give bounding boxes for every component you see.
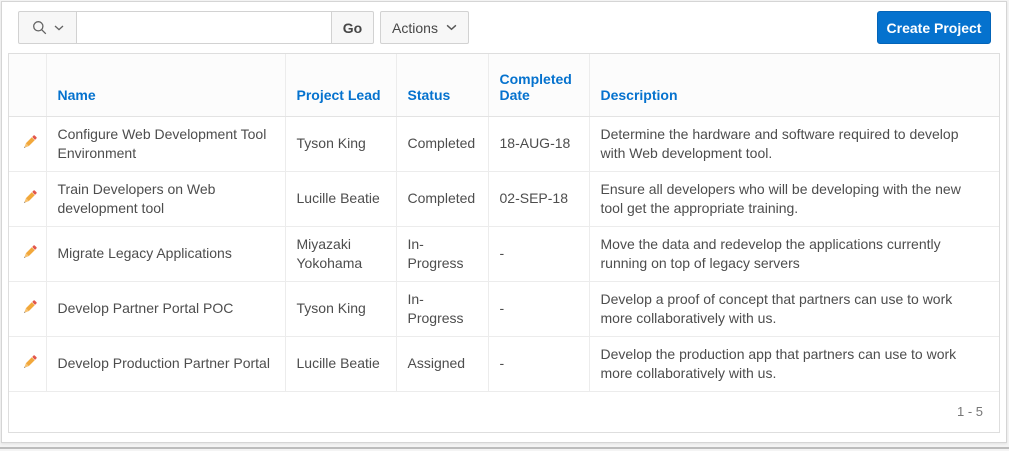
chevron-down-icon	[446, 24, 457, 31]
cell-description: Ensure all developers who will be develo…	[589, 171, 999, 226]
header-status[interactable]: Status	[396, 54, 488, 116]
edit-cell	[9, 171, 46, 226]
table-row: Migrate Legacy Applications Miyazaki Yok…	[9, 226, 999, 281]
table-header-row: Name Project Lead Status Completed Date …	[9, 54, 999, 116]
edit-cell	[9, 116, 46, 171]
cell-description: Develop the production app that partners…	[589, 336, 999, 391]
edit-row-button[interactable]	[19, 131, 41, 153]
cell-project-lead: Lucille Beatie	[285, 336, 396, 391]
go-button[interactable]: Go	[331, 11, 374, 44]
edit-row-button[interactable]	[19, 296, 41, 318]
cell-status: Assigned	[396, 336, 488, 391]
table-row: Configure Web Development Tool Environme…	[9, 116, 999, 171]
edit-cell	[9, 281, 46, 336]
search-input[interactable]	[77, 11, 331, 44]
table-row: Train Developers on Web development tool…	[9, 171, 999, 226]
table-row: Develop Production Partner Portal Lucill…	[9, 336, 999, 391]
cell-name: Develop Partner Portal POC	[46, 281, 285, 336]
cell-description: Determine the hardware and software requ…	[589, 116, 999, 171]
edit-row-button[interactable]	[19, 241, 41, 263]
cell-completed-date: -	[488, 226, 589, 281]
cell-status: In-Progress	[396, 226, 488, 281]
cell-name: Configure Web Development Tool Environme…	[46, 116, 285, 171]
cell-project-lead: Tyson King	[285, 116, 396, 171]
report-toolbar: Go Actions Create Project	[2, 2, 1006, 53]
header-name[interactable]: Name	[46, 54, 285, 116]
edit-row-button[interactable]	[19, 351, 41, 373]
cell-completed-date: 18-AUG-18	[488, 116, 589, 171]
cell-completed-date: -	[488, 336, 589, 391]
projects-table: Name Project Lead Status Completed Date …	[9, 54, 999, 392]
pencil-icon	[21, 298, 39, 316]
cell-project-lead: Lucille Beatie	[285, 171, 396, 226]
actions-label: Actions	[392, 20, 438, 36]
pencil-icon	[21, 133, 39, 151]
pencil-icon	[21, 188, 39, 206]
search-bar: Go	[18, 11, 374, 44]
page: Go Actions Create Project	[0, 0, 1009, 451]
header-description[interactable]: Description	[589, 54, 999, 116]
search-icon	[32, 20, 48, 36]
bottom-divider	[0, 447, 1009, 449]
edit-cell	[9, 336, 46, 391]
cell-name: Develop Production Partner Portal	[46, 336, 285, 391]
report-body: Configure Web Development Tool Environme…	[9, 116, 999, 391]
cell-project-lead: Miyazaki Yokohama	[285, 226, 396, 281]
cell-status: Completed	[396, 116, 488, 171]
cell-completed-date: 02-SEP-18	[488, 171, 589, 226]
cell-project-lead: Tyson King	[285, 281, 396, 336]
header-edit-column	[9, 54, 46, 116]
report-footer: 1 - 5	[9, 392, 999, 432]
pencil-icon	[21, 353, 39, 371]
cell-status: In-Progress	[396, 281, 488, 336]
cell-completed-date: -	[488, 281, 589, 336]
create-project-button[interactable]: Create Project	[877, 11, 991, 44]
chevron-down-icon	[54, 25, 64, 31]
actions-menu-button[interactable]: Actions	[380, 11, 469, 44]
pencil-icon	[21, 243, 39, 261]
cell-description: Move the data and redevelop the applicat…	[589, 226, 999, 281]
cell-name: Migrate Legacy Applications	[46, 226, 285, 281]
cell-name: Train Developers on Web development tool	[46, 171, 285, 226]
edit-row-button[interactable]	[19, 186, 41, 208]
table-row: Develop Partner Portal POC Tyson King In…	[9, 281, 999, 336]
interactive-report: Name Project Lead Status Completed Date …	[8, 53, 1000, 433]
cell-description: Develop a proof of concept that partners…	[589, 281, 999, 336]
cell-status: Completed	[396, 171, 488, 226]
pagination-label: 1 - 5	[957, 404, 983, 419]
report-region: Go Actions Create Project	[1, 1, 1007, 443]
search-column-select-button[interactable]	[18, 11, 77, 44]
header-project-lead[interactable]: Project Lead	[285, 54, 396, 116]
header-completed-date[interactable]: Completed Date	[488, 54, 589, 116]
edit-cell	[9, 226, 46, 281]
